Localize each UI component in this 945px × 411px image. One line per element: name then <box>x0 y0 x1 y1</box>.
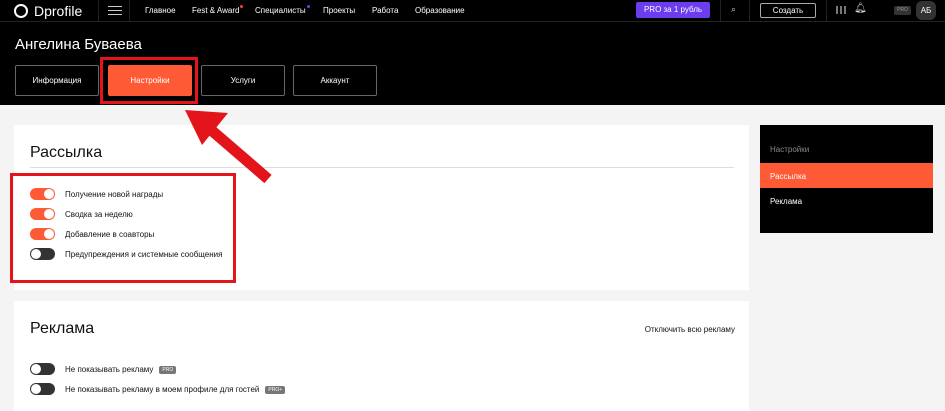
profile-name: Ангелина Буваева <box>15 36 142 53</box>
ads-card: Реклама Отключить всю рекламу <box>14 301 749 411</box>
toggle-label: Не показывать рекламу PRO <box>65 365 177 374</box>
divider <box>749 0 750 22</box>
top-bar: Dprofile Главное Fest & Award Специалист… <box>0 0 945 22</box>
nav-education[interactable]: Образование <box>415 6 465 15</box>
bell-icon[interactable]: 🔔︎ <box>854 3 867 14</box>
divider <box>720 0 721 22</box>
nav-specialists[interactable]: Специалисты <box>255 5 310 15</box>
highlight-box <box>100 57 198 104</box>
pro-plus-badge: PRO+ <box>265 385 286 394</box>
divider <box>129 0 130 22</box>
settings-sidebar: Настройки Рассылка Реклама <box>760 125 933 233</box>
nav-label: Специалисты <box>255 6 306 15</box>
ads-title: Реклама <box>30 320 95 337</box>
badge-dot <box>306 5 310 8</box>
toggle-hide-ads-guests[interactable] <box>30 383 55 395</box>
badge-dot <box>240 5 244 8</box>
pro-badge: PRO <box>894 6 911 15</box>
avatar[interactable]: АБ <box>916 1 936 20</box>
divider <box>826 0 827 22</box>
mailing-title: Рассылка <box>30 144 103 161</box>
search-icon[interactable]: ⌕ <box>731 4 736 15</box>
red-arrow-annotation <box>185 110 272 184</box>
pro-button[interactable]: PRO за 1 рубль <box>636 2 710 18</box>
create-button[interactable]: Создать <box>760 3 816 18</box>
toggle-hide-ads[interactable] <box>30 363 55 375</box>
label-text: Не показывать рекламу в моем профиле для… <box>65 385 260 394</box>
pro-badge: PRO <box>159 365 177 374</box>
logo-icon <box>14 4 28 18</box>
sidebar-item-mailing[interactable]: Рассылка <box>760 163 933 188</box>
sidebar-title: Настройки <box>770 145 810 154</box>
nav-label: Fest & Award <box>192 6 240 15</box>
nav-fest[interactable]: Fest & Award <box>192 5 244 15</box>
logo-text: Dprofile <box>34 3 83 19</box>
label-text: Не показывать рекламу <box>65 365 154 374</box>
apps-icon[interactable] <box>836 6 846 14</box>
divider <box>30 167 734 168</box>
disable-all-ads-link[interactable]: Отключить всю рекламу <box>645 325 735 334</box>
sidebar-item-ads[interactable]: Реклама <box>770 197 802 206</box>
nav-main[interactable]: Главное <box>145 6 176 15</box>
logo[interactable]: Dprofile <box>14 3 82 19</box>
toggle-label: Не показывать рекламу в моем профиле для… <box>65 385 286 394</box>
highlight-box <box>10 173 236 283</box>
tab-account[interactable]: Аккаунт <box>293 65 377 96</box>
nav-work[interactable]: Работа <box>372 6 398 15</box>
divider <box>98 0 99 22</box>
tab-services[interactable]: Услуги <box>201 65 285 96</box>
nav-projects[interactable]: Проекты <box>323 6 355 15</box>
menu-icon[interactable] <box>108 6 122 18</box>
tab-info[interactable]: Информация <box>15 65 99 96</box>
